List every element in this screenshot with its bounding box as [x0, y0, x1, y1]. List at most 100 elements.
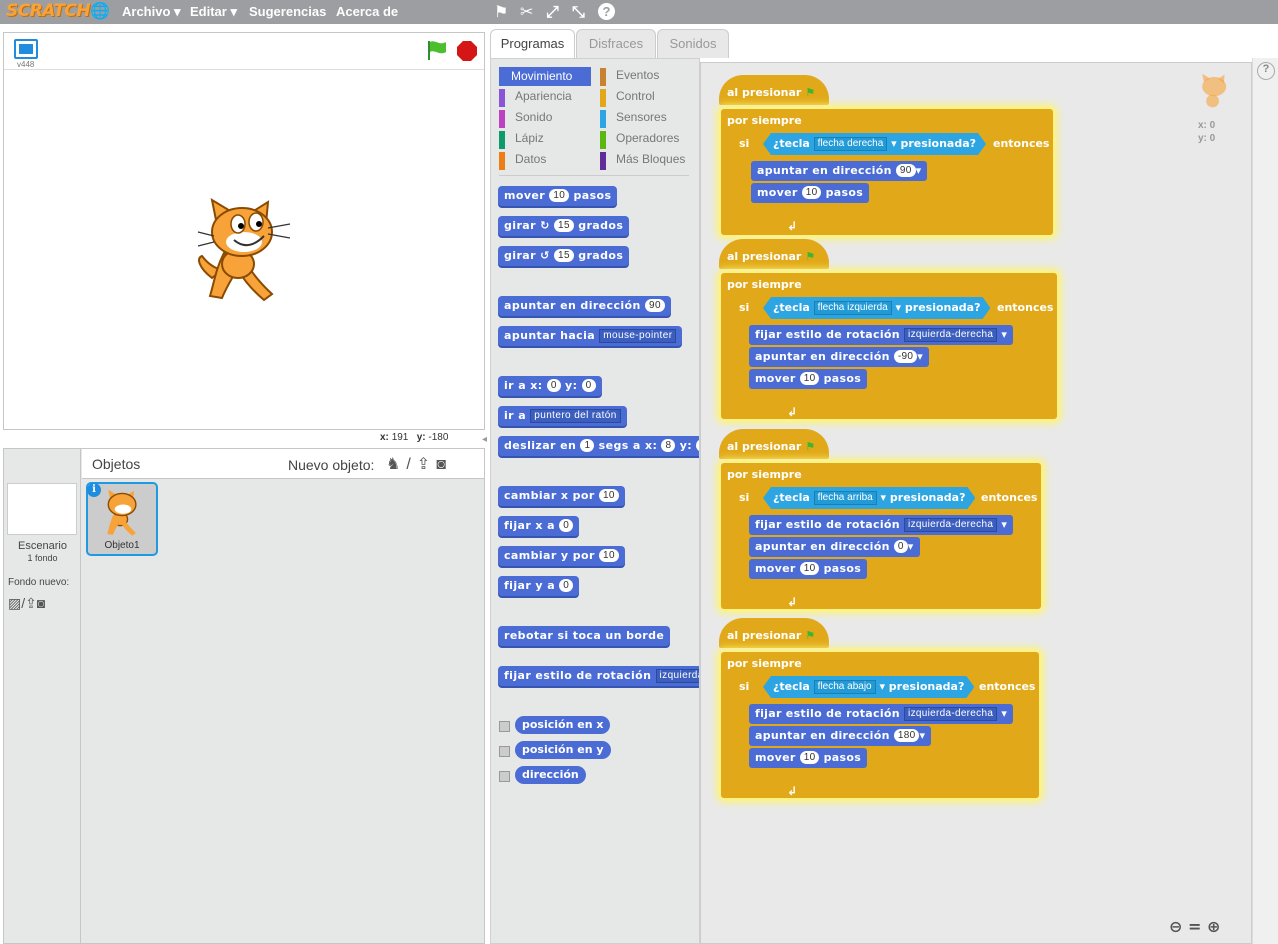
sprite-pane: Escenario 1 fondo Fondo nuevo: ▨/⇪◙ Obje…	[3, 448, 485, 944]
category-lapiz[interactable]: Lápiz	[499, 131, 544, 149]
block-change-y[interactable]: cambiar y por 10	[498, 546, 625, 566]
tab-programas[interactable]: Programas	[490, 29, 575, 58]
backdrop-tools: ▨/⇪◙	[8, 595, 45, 612]
when-flag-clicked-hat[interactable]: al presionar ⚑	[719, 75, 829, 105]
block-turn-left[interactable]: girar ↺ 15 grados	[498, 246, 630, 266]
rotation-style-block[interactable]: fijar estilo de rotación izquierda-derec…	[749, 515, 1014, 535]
block-rotation-style[interactable]: fijar estilo de rotación izquierda-d	[498, 666, 699, 686]
then-label: entonces	[993, 137, 1050, 150]
then-label: entonces	[981, 491, 1038, 504]
category-sensores[interactable]: Sensores	[600, 110, 667, 128]
menu-sugerencias[interactable]: Sugerencias	[249, 4, 326, 19]
block-goto-target[interactable]: ir a puntero del ratón	[498, 406, 627, 426]
right-gutter: ?	[1252, 58, 1278, 944]
checkbox-y-position[interactable]	[499, 746, 510, 757]
paint-sprite-icon[interactable]: /	[406, 456, 416, 473]
sprites-title: Objetos	[92, 456, 141, 472]
collapse-stage-arrow[interactable]: ◂	[482, 434, 490, 448]
when-flag-clicked-hat[interactable]: al presionar ⚑	[719, 618, 829, 648]
green-flag-icon[interactable]	[426, 39, 448, 61]
sprite-y-readout: y: 0	[1198, 133, 1216, 144]
move-steps-block[interactable]: mover 10 pasos	[749, 369, 868, 389]
category-eventos[interactable]: Eventos	[600, 68, 659, 86]
key-pressed-sensor[interactable]: ¿tecla flecha derecha ▾ presionada?	[763, 133, 986, 155]
category-operadores[interactable]: Operadores	[600, 131, 679, 149]
if-end	[733, 205, 1049, 219]
move-steps-block[interactable]: mover 10 pasos	[751, 183, 870, 203]
zoom-reset-icon[interactable]: =	[1188, 917, 1201, 936]
cut-scissors-icon[interactable]: ✂	[520, 2, 533, 21]
block-point-direction[interactable]: apuntar en dirección 90	[498, 296, 671, 316]
when-flag-clicked-hat[interactable]: al presionar ⚑	[719, 239, 829, 269]
scripts-area[interactable]: x: 0 y: 0 al presionar ⚑ por siempre si …	[700, 62, 1252, 944]
tips-help-icon[interactable]: ?	[1257, 62, 1275, 80]
zoom-out-icon[interactable]: ⊖	[1169, 917, 1182, 936]
stop-sign-icon[interactable]	[456, 40, 478, 62]
menu-archivo[interactable]: Archivo ▾	[122, 4, 181, 20]
stage[interactable]: v448	[3, 32, 485, 430]
reporter-y-position[interactable]: posición en y	[515, 741, 611, 759]
turn-right-icon: ↻	[540, 219, 550, 232]
camera-backdrop-icon[interactable]: ◙	[37, 595, 45, 611]
block-glide[interactable]: deslizar en 1 segs a x: 8 y: 3(	[498, 436, 699, 456]
point-direction-block[interactable]: apuntar en dirección -90 ▾	[749, 347, 930, 367]
tab-disfraces[interactable]: Disfraces	[576, 29, 656, 58]
upload-backdrop-icon[interactable]: ⇪	[25, 595, 37, 611]
checkbox-direction[interactable]	[499, 771, 510, 782]
block-move-steps[interactable]: mover 10 pasos	[498, 186, 618, 206]
globe-icon[interactable]: 🌐	[90, 1, 110, 20]
key-pressed-sensor[interactable]: ¿tecla flecha abajo ▾ presionada?	[763, 676, 974, 698]
forever-label: por siempre	[721, 275, 803, 295]
key-pressed-sensor[interactable]: ¿tecla flecha izquierda ▾ presionada?	[763, 297, 990, 319]
category-datos[interactable]: Datos	[499, 152, 546, 170]
info-icon[interactable]: i	[87, 483, 101, 497]
move-steps-block[interactable]: mover 10 pasos	[749, 748, 868, 768]
palette-divider	[499, 175, 689, 176]
tab-sonidos[interactable]: Sonidos	[657, 29, 729, 58]
new-backdrop-label: Fondo nuevo:	[8, 577, 70, 588]
point-direction-block[interactable]: apuntar en dirección 180 ▾	[749, 726, 932, 746]
zoom-in-icon[interactable]: ⊕	[1207, 917, 1220, 936]
block-bounce[interactable]: rebotar si toca un borde	[498, 626, 671, 646]
cat-sprite[interactable]	[194, 198, 294, 303]
sprite-x-readout: x: 0	[1198, 120, 1216, 131]
grow-icon[interactable]: ⤢	[546, 2, 559, 22]
move-steps-block[interactable]: mover 10 pasos	[749, 559, 868, 579]
checkbox-x-position[interactable]	[499, 721, 510, 732]
category-movimiento[interactable]: Movimiento	[499, 67, 591, 86]
category-apariencia[interactable]: Apariencia	[499, 89, 572, 107]
block-goto-xy[interactable]: ir a x: 0 y: 0	[498, 376, 602, 396]
help-icon[interactable]: ?	[598, 3, 615, 20]
point-direction-block[interactable]: apuntar en dirección 0 ▾	[749, 537, 920, 557]
sprite-library-icon[interactable]: ♞	[386, 456, 406, 473]
reporter-direction[interactable]: dirección	[515, 766, 586, 784]
category-sonido[interactable]: Sonido	[499, 110, 552, 128]
when-flag-clicked-hat[interactable]: al presionar ⚑	[719, 429, 829, 459]
upload-sprite-icon[interactable]: ⇪	[417, 456, 436, 473]
key-pressed-sensor[interactable]: ¿tecla flecha arriba ▾ presionada?	[763, 487, 975, 509]
category-control[interactable]: Control	[600, 89, 655, 107]
current-sprite-icon	[1202, 73, 1227, 108]
forever-label: por siempre	[721, 465, 803, 485]
camera-sprite-icon[interactable]: ◙	[436, 456, 452, 473]
block-set-y[interactable]: fijar y a 0	[498, 576, 580, 596]
block-point-towards[interactable]: apuntar hacia mouse-pointer	[498, 326, 683, 346]
reporter-x-position[interactable]: posición en x	[515, 716, 611, 734]
block-set-x[interactable]: fijar x a 0	[498, 516, 580, 536]
category-mas-bloques[interactable]: Más Bloques	[600, 152, 685, 170]
rotation-style-block[interactable]: fijar estilo de rotación izquierda-derec…	[749, 325, 1014, 345]
menu-acerca-de[interactable]: Acerca de	[336, 4, 398, 19]
fullscreen-icon[interactable]	[14, 39, 38, 59]
block-change-x[interactable]: cambiar x por 10	[498, 486, 625, 506]
paint-backdrop-icon[interactable]: ▨	[8, 595, 21, 611]
stage-thumbnail[interactable]	[7, 483, 77, 535]
green-flag-icon: ⚑	[805, 86, 816, 99]
scratch-logo[interactable]: SCRATCH	[6, 1, 91, 22]
point-direction-block[interactable]: apuntar en dirección 90 ▾	[751, 161, 928, 181]
block-turn-right[interactable]: girar ↻ 15 grados	[498, 216, 630, 236]
shrink-icon[interactable]: ⤡	[572, 2, 585, 22]
rotation-style-block[interactable]: fijar estilo de rotación izquierda-derec…	[749, 704, 1014, 724]
menu-editar[interactable]: Editar ▾	[190, 4, 237, 20]
sprite-tile-objeto1[interactable]: i Objeto1	[86, 482, 158, 556]
duplicate-stamp-icon[interactable]: ⚑	[494, 2, 508, 21]
